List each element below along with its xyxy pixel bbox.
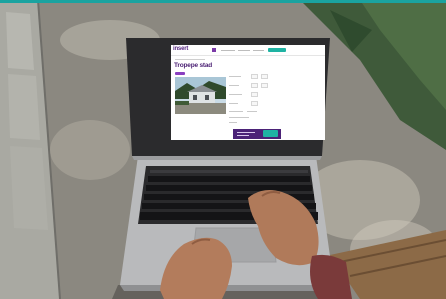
spec-value [251,83,258,88]
listing-title-word: Tropepe [174,62,198,69]
laptop-hinge [132,156,322,160]
spec-label [229,117,249,118]
site-header: insert [171,45,325,56]
spec-value [251,92,258,97]
status-badge [175,72,185,75]
photo-scene: insert Tropepe stad [0,0,446,299]
stone-block [10,146,48,230]
spec-value [261,74,268,79]
menu-icon[interactable] [212,48,216,52]
spec-label [229,94,242,95]
site-logo[interactable]: insert [173,46,188,52]
nav-link[interactable] [238,49,250,51]
spec-label [229,85,239,86]
laptop-screen: insert Tropepe stad [171,45,325,140]
spec-value [251,74,258,79]
listing-photo[interactable] [175,77,226,114]
stone-block [8,74,40,140]
sunlight-patch [50,120,130,180]
spec-label [229,111,243,112]
spec-value [261,83,268,88]
contact-button[interactable] [263,130,278,137]
listing-title-fragment: stad [199,62,213,69]
spec-label [229,103,238,104]
stone-block [6,12,34,70]
spec-label [229,76,241,77]
top-accent-band [0,0,446,3]
header-cta-button[interactable] [268,48,286,52]
price-text [237,135,249,136]
spec-label [247,111,257,112]
price-text [237,132,255,133]
breadcrumb[interactable] [175,59,205,60]
spec-value [251,101,258,106]
spec-label [229,122,237,123]
listing-title: Tropepe stad [174,62,212,69]
nav-link[interactable] [221,49,235,51]
nav-link[interactable] [253,49,264,51]
